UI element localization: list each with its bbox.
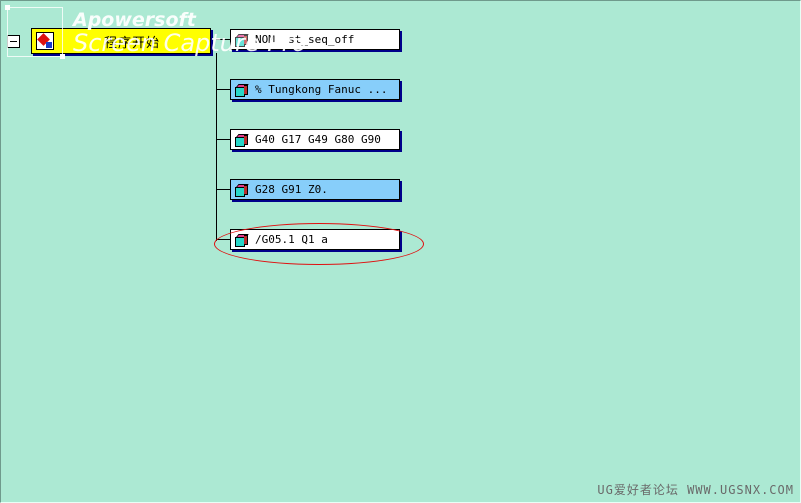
- operation-cube-icon: [235, 83, 249, 97]
- root-node-label: 程序开始: [104, 35, 161, 51]
- tree-connector-vertical: [216, 53, 217, 241]
- tree-canvas: 程序开始 NOM st_seq_off % Tungkong Fanuc ...…: [0, 0, 801, 503]
- tree-node-label: NOM st_seq_off: [255, 33, 355, 46]
- forum-footer-text: UG爱好者论坛 WWW.UGSNX.COM: [597, 483, 794, 497]
- collapse-toggle-icon[interactable]: [7, 34, 20, 48]
- red-annotation-ellipse: [214, 223, 424, 265]
- tree-node-label: G40 G17 G49 G80 G90: [255, 133, 381, 146]
- tree-node-label: % Tungkong Fanuc ...: [255, 83, 388, 96]
- tree-node-4[interactable]: G28 G91 Z0.: [230, 179, 400, 200]
- tree-connector: [216, 39, 230, 40]
- tree-connector: [216, 89, 230, 90]
- tree-node-3[interactable]: G40 G17 G49 G80 G90: [230, 129, 400, 150]
- tree-node-1[interactable]: NOM st_seq_off: [230, 29, 400, 50]
- tree-connector: [216, 189, 230, 190]
- operation-cube-icon: [235, 33, 249, 47]
- program-start-icon: [36, 32, 54, 50]
- operation-cube-icon: [235, 133, 249, 147]
- tree-connector: [216, 139, 230, 140]
- operation-cube-icon: [235, 183, 249, 197]
- root-node-box[interactable]: 程序开始: [31, 28, 211, 54]
- tree-node-2[interactable]: % Tungkong Fanuc ...: [230, 79, 400, 100]
- tree-node-label: G28 G91 Z0.: [255, 183, 328, 196]
- root-node[interactable]: 程序开始: [7, 28, 211, 54]
